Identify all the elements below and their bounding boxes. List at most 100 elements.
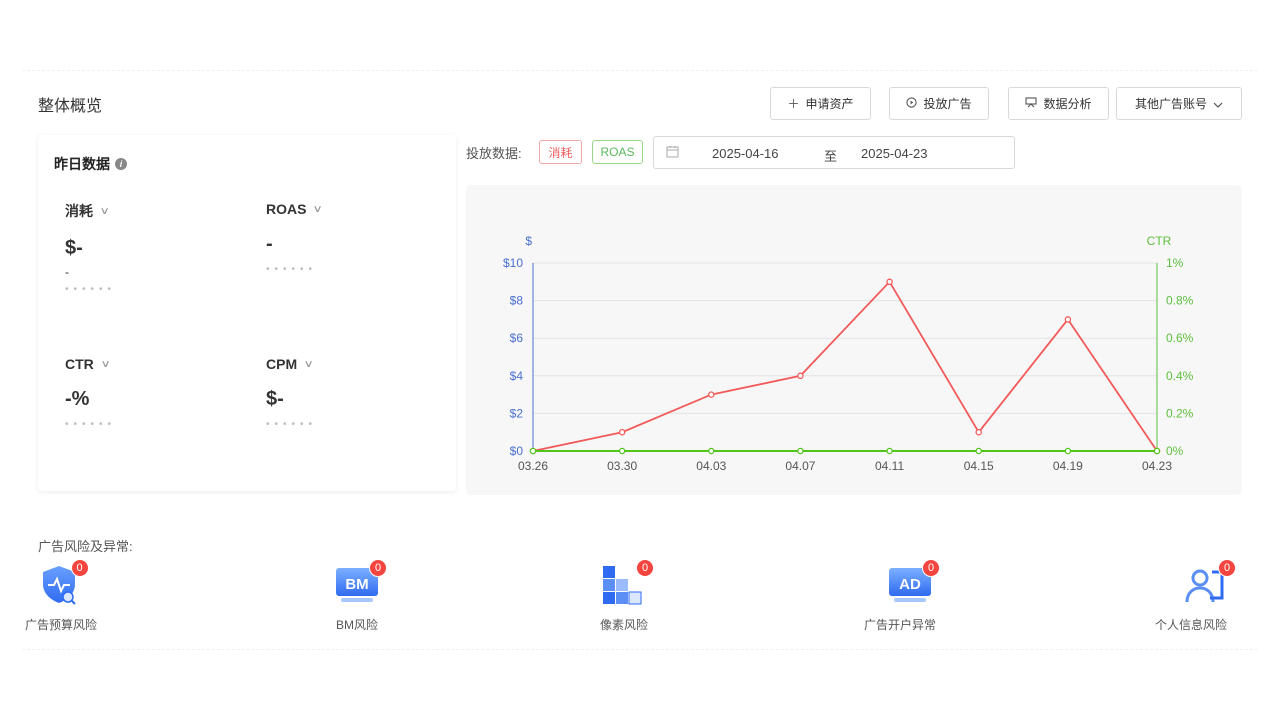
metric-ctr: CTR ∨ -% ••••••	[65, 356, 225, 430]
data-point	[975, 428, 982, 436]
left-tick-label: $10	[503, 256, 523, 270]
metric-value: -	[266, 233, 273, 255]
page-title: 整体概览	[38, 98, 103, 115]
risk-item-account-opening[interactable]: AD 0 广告开户异常	[864, 559, 940, 633]
card-title-text: 昨日数据	[54, 156, 110, 172]
calendar-icon	[666, 145, 679, 161]
bm-glyph: BM	[345, 576, 368, 593]
date-end-input[interactable]: 2025-04-23	[861, 146, 928, 161]
x-tick-label: 04.19	[1053, 459, 1083, 473]
date-separator: 至	[824, 149, 838, 164]
data-point	[797, 372, 804, 380]
plus-icon: ＋	[787, 97, 800, 111]
chevron-down-icon	[1213, 97, 1223, 111]
x-tick-label: 03.30	[607, 459, 637, 473]
data-point	[708, 391, 715, 398]
delivery-chart: $0 0% $2 0.2% $4 0.4% $6 0.6% $8 0.8% $10 1% $ CTR 03.…	[466, 185, 1242, 495]
x-tick-label: 03.26	[518, 459, 548, 473]
data-point	[529, 447, 537, 455]
apply-assets-label: 申请资产	[805, 97, 854, 111]
right-tick-label: 0.4%	[1166, 369, 1194, 383]
metric-roas-selector[interactable]: ROAS ∨	[266, 201, 426, 217]
left-tick-label: $0	[510, 444, 524, 458]
risk-item-pixel[interactable]: 0 像素风险	[600, 559, 654, 633]
risk-item-bm[interactable]: BM 0 BM风险	[333, 559, 387, 633]
data-point	[886, 278, 893, 286]
left-tick-label: $6	[510, 331, 524, 345]
metric-value: $-	[266, 388, 284, 410]
card-title: 昨日数据 i	[54, 154, 127, 174]
left-axis-title: $	[525, 234, 532, 248]
pixel-blocks-icon: 0	[600, 559, 654, 606]
chart-icon	[1025, 96, 1038, 111]
risk-item-personal-info[interactable]: 0 个人信息风险	[1152, 559, 1236, 633]
metric-cpm: CPM ∨ $- ••••••	[266, 356, 426, 430]
date-range-picker[interactable]: 2025-04-16 至 2025-04-23	[653, 136, 1015, 169]
filter-label: 投放数据:	[466, 146, 522, 161]
apply-assets-button[interactable]: ＋ 申请资产	[770, 87, 871, 120]
place-ad-button[interactable]: 投放广告	[889, 87, 989, 120]
other-accounts-label: 其他广告账号	[1134, 97, 1207, 111]
yesterday-data-card: 昨日数据 i 消耗 ∨ $- - •••••• ROAS ∨ - •••••• …	[38, 135, 456, 491]
info-icon[interactable]: i	[115, 158, 127, 170]
other-accounts-dropdown[interactable]: 其他广告账号	[1116, 87, 1242, 120]
metric-placeholder-dots: ••••••	[266, 264, 318, 275]
metric-sub-value: -	[65, 265, 69, 279]
shield-pulse-icon: 0	[37, 559, 89, 606]
data-point	[797, 447, 804, 455]
right-tick-label: 0.2%	[1166, 406, 1194, 420]
left-tick-label: $4	[510, 369, 524, 383]
right-tick-label: 0.8%	[1166, 294, 1194, 308]
metric-value: $-	[65, 237, 83, 259]
tag-roas[interactable]: ROAS	[592, 140, 643, 164]
data-point	[1064, 447, 1072, 455]
risk-count-badge: 0	[636, 559, 654, 577]
chevron-down-icon: ∨	[100, 358, 111, 370]
risk-label: 广告开户异常	[864, 618, 937, 632]
right-axis-title: CTR	[1147, 234, 1172, 248]
metric-spend-selector[interactable]: 消耗 ∨	[65, 201, 225, 221]
x-tick-label: 04.07	[785, 459, 815, 473]
right-tick-label: 0.6%	[1166, 331, 1194, 345]
x-tick-label: 04.23	[1142, 459, 1172, 473]
risk-section-title: 广告风险及异常:	[38, 539, 133, 554]
risk-label: 广告预算风险	[25, 618, 98, 632]
metric-ctr-selector[interactable]: CTR ∨	[65, 356, 225, 372]
metric-label: CPM	[266, 356, 298, 372]
x-tick-label: 04.11	[875, 459, 904, 473]
person-card-icon: 0	[1182, 559, 1236, 606]
chevron-down-icon: ∨	[99, 205, 110, 217]
right-tick-label: 1%	[1166, 256, 1184, 270]
metric-label: CTR	[65, 356, 94, 372]
risk-count-badge: 0	[922, 559, 940, 577]
risk-label: BM风险	[335, 618, 378, 632]
tag-spend[interactable]: 消耗	[539, 140, 582, 164]
data-analysis-label: 数据分析	[1043, 97, 1092, 111]
metric-label: ROAS	[266, 201, 307, 217]
risk-item-budget[interactable]: 0 广告预算风险	[25, 559, 97, 633]
data-point	[618, 428, 626, 436]
data-point	[708, 447, 715, 455]
ad-glyph: AD	[899, 576, 921, 593]
risk-count-badge: 0	[70, 559, 89, 577]
bm-monitor-icon: BM 0	[333, 559, 387, 606]
metric-spend: 消耗 ∨ $- - ••••••	[65, 201, 225, 295]
risk-label: 像素风险	[600, 618, 649, 632]
line-chart-svg: $0 0% $2 0.2% $4 0.4% $6 0.6% $8 0.8% $10 1% $ CTR 03.…	[503, 234, 1194, 473]
series-line-spend	[532, 280, 1158, 452]
data-analysis-button[interactable]: 数据分析	[1008, 87, 1109, 120]
data-point	[886, 447, 893, 455]
risk-count-badge: 0	[369, 559, 387, 577]
data-point	[1064, 316, 1072, 323]
metric-cpm-selector[interactable]: CPM ∨	[266, 356, 426, 372]
metric-value: -%	[65, 388, 90, 410]
left-tick-label: $2	[510, 406, 524, 420]
metric-placeholder-dots: ••••••	[65, 284, 117, 295]
chevron-down-icon: ∨	[312, 203, 324, 215]
left-tick-label: $8	[510, 294, 524, 308]
x-tick-label: 04.03	[696, 459, 726, 473]
x-tick-label: 04.15	[964, 459, 994, 473]
metric-placeholder-dots: ••••••	[65, 419, 117, 430]
ad-monitor-icon: AD 0	[886, 559, 940, 606]
date-start-input[interactable]: 2025-04-16	[712, 146, 779, 161]
